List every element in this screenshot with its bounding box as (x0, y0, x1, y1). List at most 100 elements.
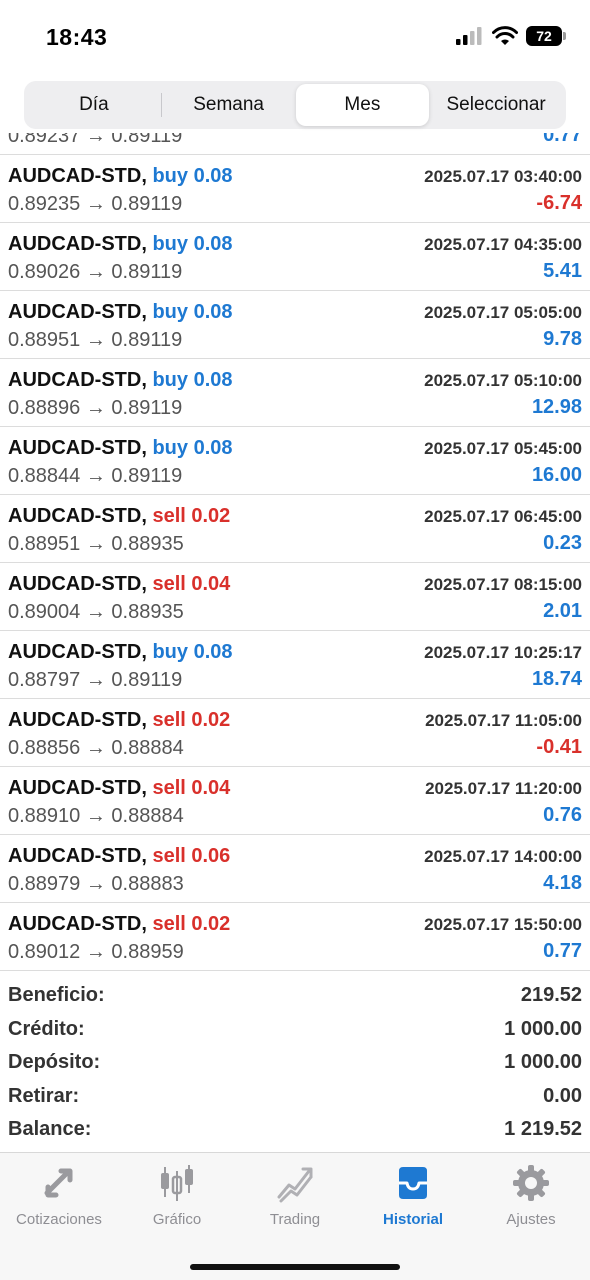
trade-prices: 0.89012 → 0.88959 (8, 941, 184, 963)
trade-side-volume: sell 0.02 (152, 709, 231, 731)
trade-row[interactable]: AUDCAD-STD, buy 0.08 2025.07.17 05:05:00 0… (0, 291, 590, 359)
symbol-name: AUDCAD-STD, (8, 437, 147, 459)
trade-row[interactable]: AUDCAD-STD, sell 0.02 2025.07.17 06:45:00… (0, 495, 590, 563)
trade-side-volume: sell 0.04 (152, 573, 231, 595)
symbol-name: AUDCAD-STD, (8, 777, 147, 799)
battery-icon: 72 (526, 26, 566, 46)
trade-history-list[interactable]: AUDCAD-STD, sell 0.022025.07.17 03:20:00… (0, 133, 590, 971)
trade-row[interactable]: AUDCAD-STD, sell 0.04 2025.07.17 08:15:00… (0, 563, 590, 631)
trade-symbol: AUDCAD-STD, buy 0.08 (8, 369, 233, 392)
trade-row[interactable]: AUDCAD-STD, buy 0.08 2025.07.17 03:40:00 0… (0, 155, 590, 223)
trade-side-volume: sell 0.02 (152, 913, 231, 935)
summary-value: 1 000.00 (504, 1051, 582, 1073)
trade-time: 2025.07.17 05:10:00 (424, 371, 582, 390)
tab-trading[interactable]: Trading (236, 1163, 354, 1228)
symbol-name: AUDCAD-STD, (8, 505, 147, 527)
trade-row[interactable]: AUDCAD-STD, buy 0.08 2025.07.17 10:25:17 0… (0, 631, 590, 699)
segment-month[interactable]: Mes (295, 84, 430, 126)
trade-prices: 0.89235 → 0.89119 (8, 193, 183, 215)
home-indicator (190, 1264, 400, 1270)
summary-row: Crédito: 1 000.00 (0, 1014, 590, 1048)
trade-symbol: AUDCAD-STD, sell 0.02 (8, 913, 230, 936)
trade-prices: 0.88856 → 0.88884 (8, 737, 184, 759)
trade-prices: 0.88979 → 0.88883 (8, 873, 184, 895)
tab-label: Gráfico (152, 1211, 202, 1228)
trade-profit: 0.77 (543, 133, 582, 146)
summary-value: 1 000.00 (504, 1017, 582, 1040)
segment-select[interactable]: Seleccionar (429, 84, 563, 126)
tab-grafico[interactable]: Gráfico (118, 1163, 236, 1228)
trade-profit: 12.98 (531, 396, 582, 418)
trade-symbol: AUDCAD-STD, sell 0.02 (8, 709, 230, 732)
trade-side-volume: buy 0.08 (152, 437, 233, 459)
trade-side-volume: buy 0.08 (152, 233, 233, 255)
trade-symbol: AUDCAD-STD, buy 0.08 (8, 641, 233, 664)
status-bar: 18:43 72 (0, 0, 590, 76)
trade-row[interactable]: AUDCAD-STD, buy 0.08 2025.07.17 04:35:00 0… (0, 223, 590, 291)
trade-prices: 0.88896 → 0.89119 (8, 397, 183, 419)
quotes-icon (44, 1168, 73, 1198)
segment-week[interactable]: Semana (162, 84, 296, 126)
trade-symbol: AUDCAD-STD, buy 0.08 (8, 301, 233, 324)
trade-time: 2025.07.17 10:25:17 (424, 643, 582, 662)
trade-profit: 0.23 (543, 532, 582, 554)
tab-label: Ajustes (506, 1211, 556, 1228)
symbol-name: AUDCAD-STD, (8, 845, 147, 867)
summary-row: Depósito: 1 000.00 (0, 1047, 590, 1081)
trade-row[interactable]: AUDCAD-STD, sell 0.06 2025.07.17 14:00:00… (0, 835, 590, 903)
symbol-name: AUDCAD-STD, (8, 709, 147, 731)
symbol-name: AUDCAD-STD, (8, 233, 147, 255)
trade-time: 2025.07.17 08:15:00 (424, 575, 582, 594)
trade-profit: 4.18 (543, 872, 582, 894)
trade-time: 2025.07.17 15:50:00 (424, 915, 582, 934)
summary-value: 219.52 (520, 984, 582, 1006)
trade-row[interactable]: AUDCAD-STD, sell 0.022025.07.17 03:20:00… (0, 133, 590, 155)
trade-row[interactable]: AUDCAD-STD, buy 0.08 2025.07.17 05:45:00 0… (0, 427, 590, 495)
trade-list-content: AUDCAD-STD, sell 0.022025.07.17 03:20:00… (0, 133, 590, 971)
symbol-name: AUDCAD-STD, (8, 573, 147, 595)
trade-prices: 0.88910 → 0.88884 (8, 805, 184, 827)
trade-prices: 0.89004 → 0.88935 (8, 601, 184, 623)
trade-prices: 0.88844 → 0.89119 (8, 465, 183, 487)
trade-symbol: AUDCAD-STD, sell 0.02 (8, 505, 230, 528)
trade-profit: 0.77 (543, 940, 582, 962)
trade-time: 2025.07.17 04:35:00 (424, 235, 582, 254)
trade-profit: 5.41 (543, 260, 582, 282)
trade-symbol: AUDCAD-STD, buy 0.08 (8, 437, 233, 460)
trade-side-volume: buy 0.08 (152, 301, 233, 323)
trade-row[interactable]: AUDCAD-STD, sell 0.04 2025.07.17 11:20:00… (0, 767, 590, 835)
history-icon (399, 1167, 427, 1199)
tab-cotizaciones[interactable]: Cotizaciones (0, 1163, 118, 1228)
summary-row: Beneficio: 219.52 (0, 980, 590, 1014)
trade-row[interactable]: AUDCAD-STD, sell 0.02 2025.07.17 15:50:00… (0, 903, 590, 971)
summary-label: Crédito: (8, 1017, 85, 1040)
tab-historial[interactable]: Historial (354, 1163, 472, 1228)
trade-prices: 0.88797 → 0.89119 (8, 669, 183, 691)
period-segmented-control: Día Semana Mes Seleccionar (24, 81, 566, 129)
tab-ajustes[interactable]: Ajustes (472, 1163, 590, 1228)
trade-side-volume: buy 0.08 (152, 641, 233, 663)
summary-value: 0.00 (543, 1084, 582, 1107)
segment-day[interactable]: Día (27, 84, 161, 126)
trade-row[interactable]: AUDCAD-STD, buy 0.08 2025.07.17 05:10:00 0… (0, 359, 590, 427)
cellular-signal-icon (456, 27, 482, 45)
tab-label: Trading (269, 1211, 321, 1228)
summary-label: Balance: (8, 1118, 92, 1140)
trade-profit: 16.00 (531, 464, 582, 486)
trade-side-volume: sell 0.02 (152, 505, 231, 527)
summary-row: Balance: 1 219.52 (0, 1114, 590, 1148)
trade-profit: 0.76 (543, 804, 582, 826)
gear-icon (513, 1165, 549, 1201)
trade-row[interactable]: AUDCAD-STD, sell 0.02 2025.07.17 11:05:00… (0, 699, 590, 767)
tab-label: Cotizaciones (16, 1211, 102, 1228)
trade-prices: 0.88951 → 0.88935 (8, 533, 184, 555)
symbol-name: AUDCAD-STD, (8, 641, 147, 663)
account-summary: Beneficio: 219.52 Crédito: 1 000.00 Depósito… (0, 980, 590, 1148)
trade-symbol: AUDCAD-STD, sell 0.04 (8, 777, 230, 800)
trading-icon (277, 1167, 313, 1203)
trade-symbol: AUDCAD-STD, sell 0.06 (8, 845, 230, 868)
trade-profit: 18.74 (531, 668, 582, 690)
trade-side-volume: sell 0.04 (152, 777, 231, 799)
status-icons: 72 (456, 26, 566, 46)
trade-time: 2025.07.17 11:05:00 (425, 711, 582, 730)
